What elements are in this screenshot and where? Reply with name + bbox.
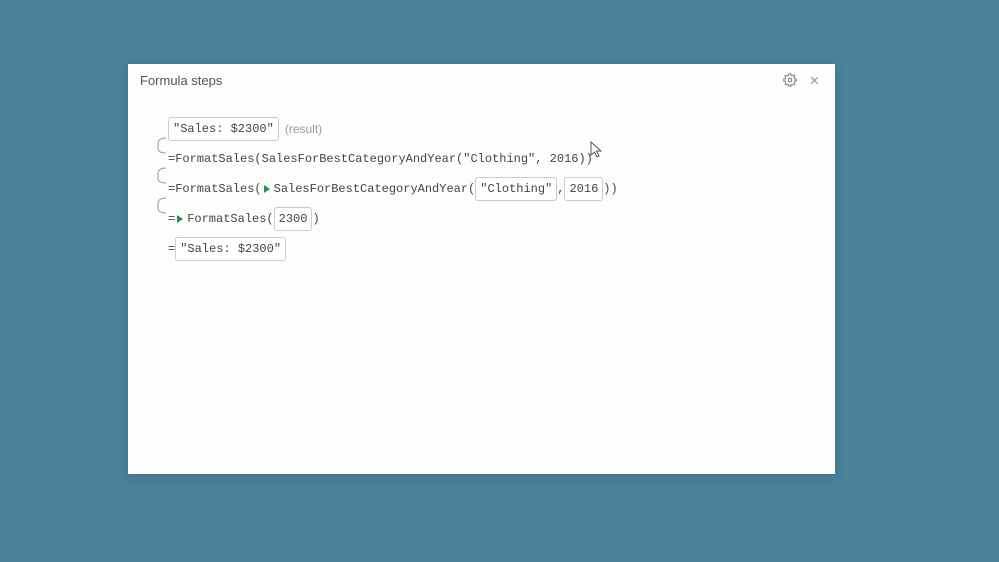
result-line: "Sales: $2300" (result) — [148, 114, 815, 144]
play-icon[interactable] — [177, 215, 183, 223]
function-name: FormatSales( — [187, 209, 273, 229]
result-label: (result) — [285, 119, 322, 139]
formula-step-line: = FormatSales( 2300 ) — [148, 204, 815, 234]
formula-text: =FormatSales(SalesForBestCategoryAndYear… — [168, 149, 593, 169]
equals: = — [168, 209, 175, 229]
steps-content: "Sales: $2300" (result) =FormatSales(Sal… — [128, 96, 835, 272]
panel-header: Formula steps — [128, 64, 835, 96]
arg-box[interactable]: 2300 — [274, 207, 313, 231]
result-value-box[interactable]: "Sales: $2300" — [175, 237, 286, 261]
formula-steps-panel: Formula steps "Sales: $2300" (result) =F… — [128, 64, 835, 474]
play-icon[interactable] — [264, 185, 270, 193]
close-paren: ) — [312, 209, 319, 229]
arg-box[interactable]: "Clothing" — [475, 177, 557, 201]
close-paren: ) — [603, 179, 610, 199]
function-name: SalesForBestCategoryAndYear( — [274, 179, 476, 199]
gear-icon[interactable] — [781, 71, 799, 89]
comma: , — [557, 179, 564, 199]
formula-suffix: ) — [611, 179, 618, 199]
formula-prefix: =FormatSales( — [168, 179, 262, 199]
close-icon[interactable] — [805, 71, 823, 89]
formula-step-line: =FormatSales(SalesForBestCategoryAndYear… — [148, 144, 815, 174]
formula-step-line: = "Sales: $2300" — [148, 234, 815, 264]
arg-box[interactable]: 2016 — [564, 177, 603, 201]
panel-title: Formula steps — [140, 73, 775, 88]
equals: = — [168, 239, 175, 259]
result-box[interactable]: "Sales: $2300" — [168, 117, 279, 141]
formula-step-line: =FormatSales( SalesForBestCategoryAndYea… — [148, 174, 815, 204]
